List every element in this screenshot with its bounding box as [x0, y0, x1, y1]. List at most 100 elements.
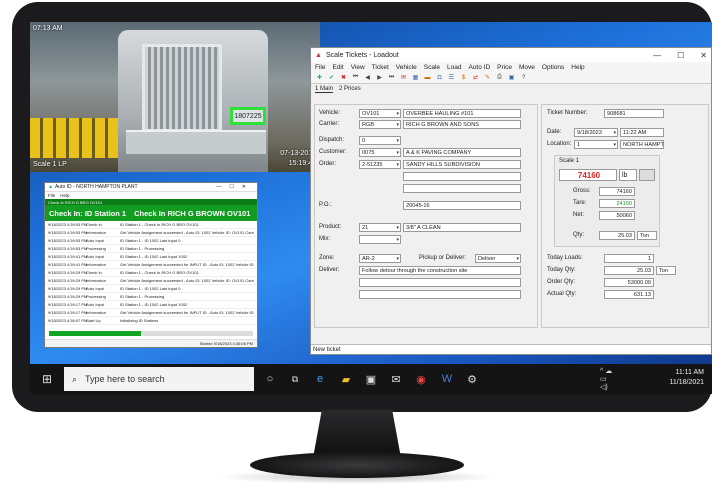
- taskbar-search[interactable]: ⌕ Type here to search: [64, 367, 254, 391]
- edge-icon[interactable]: e: [313, 372, 327, 386]
- next-icon[interactable]: ▶: [375, 73, 384, 82]
- menu-auto-id[interactable]: Auto ID: [468, 64, 490, 71]
- menu-vehicle[interactable]: Vehicle: [396, 64, 417, 71]
- order-label: Order:: [319, 161, 337, 167]
- log-row[interactable]: 9/18/2023 4:39:53 PM Processing ID Station…: [45, 245, 257, 253]
- menu-file[interactable]: File: [315, 64, 325, 71]
- log-message: Get Vehicle Assignment succeeded - Auto …: [120, 278, 254, 283]
- move-icon[interactable]: ⇄: [471, 73, 480, 82]
- settings-icon[interactable]: ⚙: [465, 372, 479, 386]
- list-icon[interactable]: ☰: [447, 73, 456, 82]
- clock[interactable]: 11:11 AM 11/18/2021: [669, 368, 704, 388]
- cancel-icon[interactable]: ✖: [339, 73, 348, 82]
- mail-icon[interactable]: ✉: [399, 73, 408, 82]
- customer-select[interactable]: 0075: [359, 148, 401, 157]
- scale-1-label: Scale 1: [559, 158, 580, 164]
- options-icon[interactable]: ✎: [483, 73, 492, 82]
- maximize-button[interactable]: ☐: [677, 51, 684, 60]
- start-icon[interactable]: ⊞: [40, 372, 54, 386]
- deliver-note-line-3[interactable]: [359, 290, 521, 299]
- menu-load[interactable]: Load: [447, 64, 461, 71]
- cortana-icon[interactable]: ○: [263, 372, 277, 386]
- truck-grille: [142, 44, 222, 132]
- task-view-icon[interactable]: ⧉: [288, 372, 302, 386]
- menu-move[interactable]: Move: [519, 64, 535, 71]
- grid-icon[interactable]: ▦: [411, 73, 420, 82]
- menu-ticket[interactable]: Ticket: [372, 64, 389, 71]
- close-button[interactable]: ✕: [700, 51, 707, 60]
- last-icon[interactable]: ⏭: [387, 73, 396, 82]
- menu-file[interactable]: File: [48, 193, 55, 198]
- tray-icons[interactable]: ^ ☁ ▭ ◁): [600, 368, 614, 391]
- menu-options[interactable]: Options: [542, 64, 564, 71]
- log-row[interactable]: 9/18/2023 4:39:29 PM Information Get Vehic…: [45, 277, 257, 285]
- mix-select[interactable]: [359, 235, 401, 244]
- help-icon[interactable]: ?: [519, 73, 528, 82]
- log-row[interactable]: 9/18/2023 4:39:29 PM Check In ID Station 1…: [45, 269, 257, 277]
- dispatch-select[interactable]: 0: [359, 136, 401, 145]
- log-row[interactable]: 9/18/2023 4:39:53 PM Check In ID Station 1…: [45, 221, 257, 229]
- log-row[interactable]: 9/18/2023 4:39:29 PM Processing ID Station…: [45, 293, 257, 301]
- menu-help[interactable]: Help: [60, 193, 69, 198]
- location-select[interactable]: 1: [574, 140, 618, 149]
- store-icon[interactable]: ▣: [364, 372, 378, 386]
- truck-icon[interactable]: ▬: [423, 73, 432, 82]
- qty-field: 25.03: [599, 231, 635, 240]
- zone-select[interactable]: AR-2: [359, 254, 401, 263]
- carrier-select[interactable]: RGB: [359, 120, 401, 129]
- log-row[interactable]: 9/18/2023 4:39:41 PM Auto Input ID Station…: [45, 253, 257, 261]
- ticket-number-field[interactable]: 908681: [604, 109, 664, 118]
- ticket-form-panel: Vehicle: OV101 OVERBEE HAULING #101 Carr…: [314, 104, 538, 328]
- deliver-note-field[interactable]: Follow detour through the construction s…: [359, 266, 521, 275]
- scale-button[interactable]: [639, 169, 655, 181]
- log-row[interactable]: 9/18/2023 4:36:07 PM Start Up Initializing…: [45, 317, 257, 325]
- menu-help[interactable]: Help: [571, 64, 584, 71]
- accept-icon[interactable]: ✔: [327, 73, 336, 82]
- log-row[interactable]: 9/18/2023 4:39:17 PM Auto Input ID Station…: [45, 301, 257, 309]
- menu-scale[interactable]: Scale: [424, 64, 440, 71]
- tare-label: Tare:: [573, 200, 587, 206]
- auto-id-window: ▲ Auto ID - NORTH HAMPTON PLANT —☐✕ File…: [44, 182, 258, 348]
- scale-icon[interactable]: ⚖: [435, 73, 444, 82]
- log-time: 9/18/2023 4:39:53 PM: [48, 246, 88, 251]
- log-type: Information: [86, 262, 107, 267]
- window-controls-icon[interactable]: —☐✕: [216, 184, 254, 190]
- log-type: Processing: [86, 294, 106, 299]
- print-icon[interactable]: ⎙: [495, 73, 504, 82]
- log-time: 9/18/2023 4:39:29 PM: [48, 294, 88, 299]
- save-icon[interactable]: ▣: [507, 73, 516, 82]
- menu-edit[interactable]: Edit: [332, 64, 343, 71]
- tab-prices[interactable]: 2 Prices: [339, 86, 361, 92]
- log-time: 9/18/2023 4:36:07 PM: [48, 318, 88, 323]
- menu-view[interactable]: View: [351, 64, 365, 71]
- qty-label: Qty:: [573, 232, 585, 238]
- log-row[interactable]: 9/18/2023 4:39:17 PM Information Get Vehic…: [45, 309, 257, 317]
- log-row[interactable]: 9/18/2023 4:39:53 PM Information Get Vehic…: [45, 229, 257, 237]
- new-icon[interactable]: ✚: [315, 73, 324, 82]
- log-time: 9/18/2023 4:39:29 PM: [48, 270, 88, 275]
- price-icon[interactable]: $: [459, 73, 468, 82]
- word-icon[interactable]: W: [440, 372, 454, 386]
- time-field[interactable]: 11:22 AM: [620, 128, 664, 137]
- po-field[interactable]: 20045-16: [403, 201, 521, 210]
- carrier-label: Carrier:: [319, 121, 340, 127]
- file-explorer-icon[interactable]: ▰: [339, 372, 353, 386]
- menu-price[interactable]: Price: [497, 64, 512, 71]
- product-select[interactable]: 21: [359, 223, 401, 232]
- mail-app-icon[interactable]: ✉: [389, 372, 403, 386]
- banner-station: Check In: ID Station 1: [49, 208, 127, 218]
- tab-main[interactable]: 1 Main: [315, 86, 334, 93]
- date-picker[interactable]: 9/18/2023: [574, 128, 618, 137]
- vehicle-label: Vehicle:: [319, 110, 341, 116]
- log-row[interactable]: 9/18/2023 4:39:29 PM Auto Input ID Station…: [45, 285, 257, 293]
- minimize-button[interactable]: —: [653, 51, 661, 60]
- deliver-note-line-2[interactable]: [359, 278, 521, 287]
- vehicle-select[interactable]: OV101: [359, 109, 401, 118]
- first-icon[interactable]: ⏮: [351, 73, 360, 82]
- pickup-deliver-select[interactable]: Deliver: [475, 254, 521, 263]
- log-row[interactable]: 9/18/2023 4:39:53 PM Auto Input ID Station…: [45, 237, 257, 245]
- log-row[interactable]: 9/18/2023 4:39:41 PM Information Get Vehic…: [45, 261, 257, 269]
- prev-icon[interactable]: ◀: [363, 73, 372, 82]
- chrome-icon[interactable]: ◉: [414, 372, 428, 386]
- order-select[interactable]: 2-51235: [359, 160, 401, 169]
